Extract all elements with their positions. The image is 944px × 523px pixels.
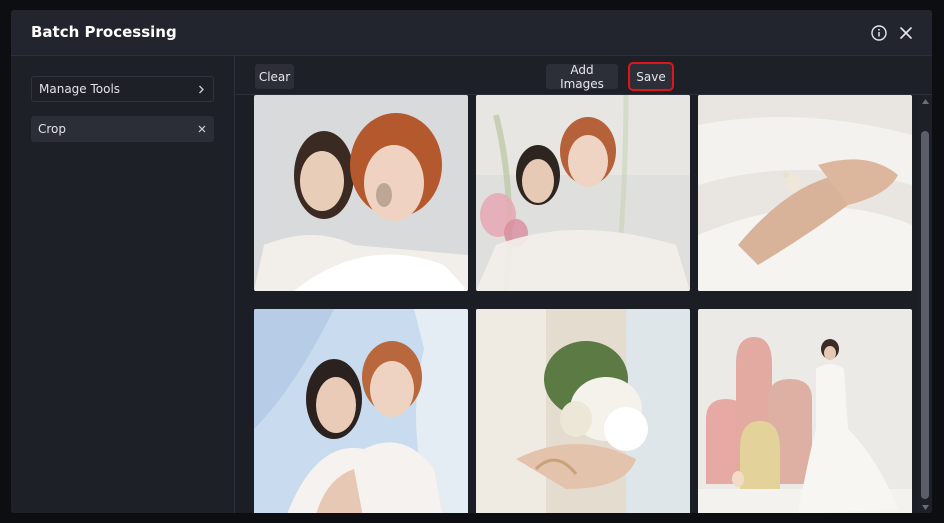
- dialog-header: Batch Processing: [11, 10, 932, 56]
- batch-processing-dialog: Batch Processing Manage Tools Crop Clear…: [11, 10, 932, 513]
- close-icon[interactable]: [896, 23, 916, 43]
- image-thumbnail[interactable]: [476, 309, 690, 513]
- image-thumbnail[interactable]: [698, 95, 912, 291]
- add-images-button[interactable]: Add Images: [546, 63, 618, 91]
- image-grid: [236, 95, 918, 513]
- clear-button[interactable]: Clear: [255, 64, 294, 89]
- scroll-down-icon[interactable]: [921, 503, 929, 511]
- dialog-title: Batch Processing: [31, 23, 177, 41]
- scrollbar-thumb[interactable]: [921, 131, 929, 499]
- sidebar: Manage Tools Crop: [11, 56, 235, 513]
- sidebar-item-manage-tools[interactable]: Manage Tools: [31, 76, 214, 102]
- sidebar-item-label: Crop: [38, 122, 67, 136]
- toolbar: Clear Add Images Save: [236, 56, 932, 95]
- image-thumbnail[interactable]: [254, 309, 468, 513]
- chevron-right-icon: [198, 85, 205, 94]
- info-icon[interactable]: [869, 23, 889, 43]
- scroll-up-icon[interactable]: [921, 97, 929, 105]
- sidebar-item-crop[interactable]: Crop: [31, 116, 214, 142]
- sidebar-item-label: Manage Tools: [39, 82, 121, 96]
- image-thumbnail[interactable]: [476, 95, 690, 291]
- image-thumbnail[interactable]: [254, 95, 468, 291]
- save-button[interactable]: Save: [628, 62, 674, 91]
- main-panel: Clear Add Images Save: [236, 56, 932, 513]
- image-thumbnail[interactable]: [698, 309, 912, 513]
- scrollbar[interactable]: [918, 95, 932, 513]
- remove-crop-icon[interactable]: [198, 125, 206, 133]
